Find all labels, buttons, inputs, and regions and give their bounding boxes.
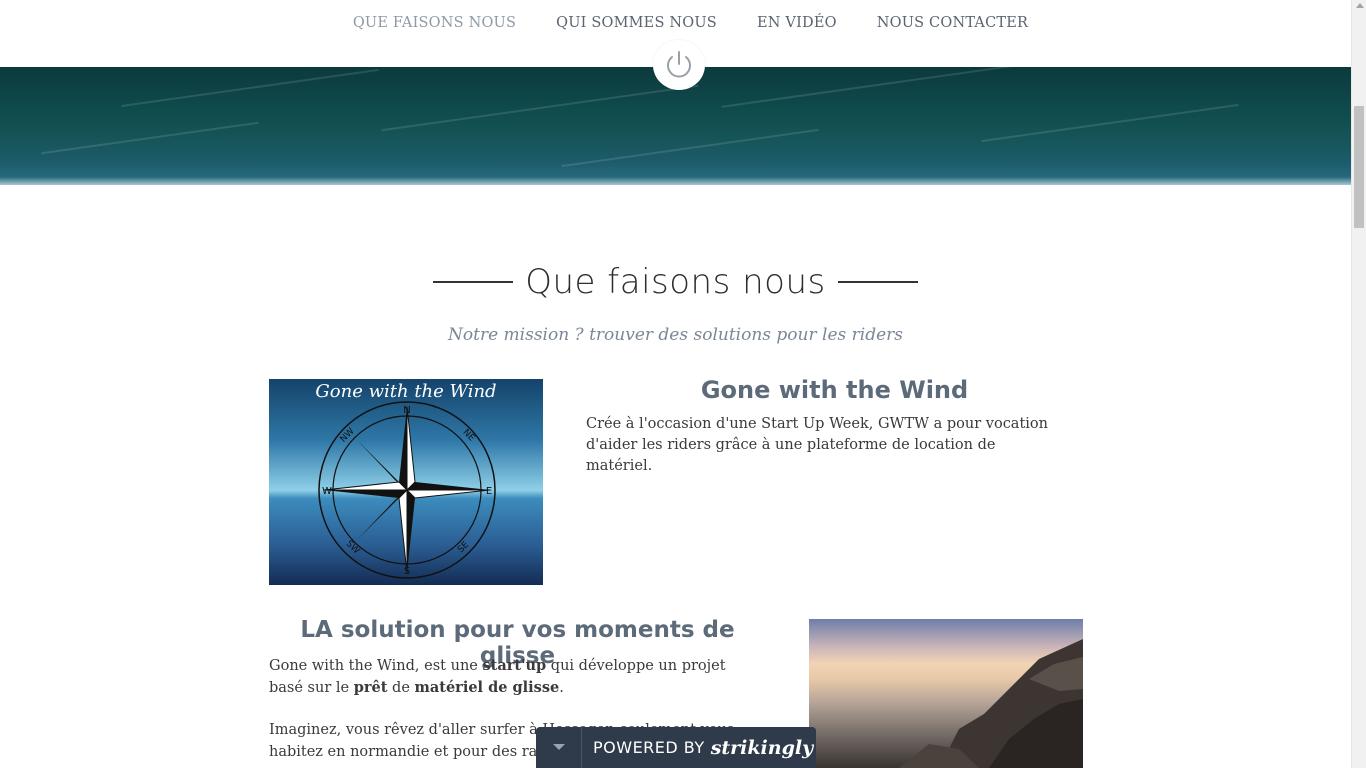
gone-with-the-wind-logo-image: Gone with the Wind N NE E SE S SW W NW — [269, 379, 543, 585]
scroll-up-icon[interactable] — [1356, 3, 1364, 8]
strikingly-logo[interactable]: strikingly — [711, 737, 813, 759]
powered-by-bar[interactable]: POWERED BY strikingly — [536, 727, 816, 768]
powered-by-label: POWERED BY — [593, 738, 705, 757]
nav-item-nous-contacter[interactable]: NOUS CONTACTER — [877, 15, 1028, 31]
section-title: Que faisons nous — [525, 262, 826, 302]
nav-menu: QUE FAISONS NOUS QUI SOMMES NOUS EN VIDÉ… — [353, 15, 1028, 31]
nav-item-qui-sommes-nous[interactable]: QUI SOMMES NOUS — [556, 15, 717, 31]
collapse-toggle[interactable] — [536, 727, 582, 768]
scroll-thumb[interactable] — [1354, 106, 1364, 228]
power-button[interactable] — [653, 40, 705, 90]
nav-item-que-faisons-nous[interactable]: QUE FAISONS NOUS — [353, 15, 516, 31]
svg-text:W: W — [322, 486, 332, 497]
rocky-shore-sunset-image — [809, 619, 1083, 768]
svg-text:NW: NW — [339, 426, 357, 444]
caret-down-icon — [552, 743, 565, 750]
nav-item-en-video[interactable]: EN VIDÉO — [757, 15, 837, 31]
block1-title: Gone with the Wind — [700, 376, 969, 404]
page-scrollbar[interactable] — [1351, 0, 1366, 768]
heading-rule-right — [837, 281, 918, 283]
svg-text:E: E — [486, 486, 492, 497]
svg-text:N: N — [403, 405, 410, 416]
rocks-illustration — [899, 639, 1083, 768]
block1-text: Crée à l'occasion d'une Start Up Week, G… — [586, 416, 1048, 474]
block2-paragraph-1: Gone with the Wind, est une start'up qui… — [269, 657, 726, 696]
compass-rose-icon: N NE E SE S SW W NW — [318, 401, 496, 579]
heading-rule-left — [433, 281, 514, 283]
section-heading: Que faisons nous — [0, 262, 1351, 302]
power-icon — [667, 51, 691, 78]
section-subtitle: Notre mission ? trouver des solutions po… — [448, 325, 903, 345]
svg-text:S: S — [404, 566, 410, 577]
